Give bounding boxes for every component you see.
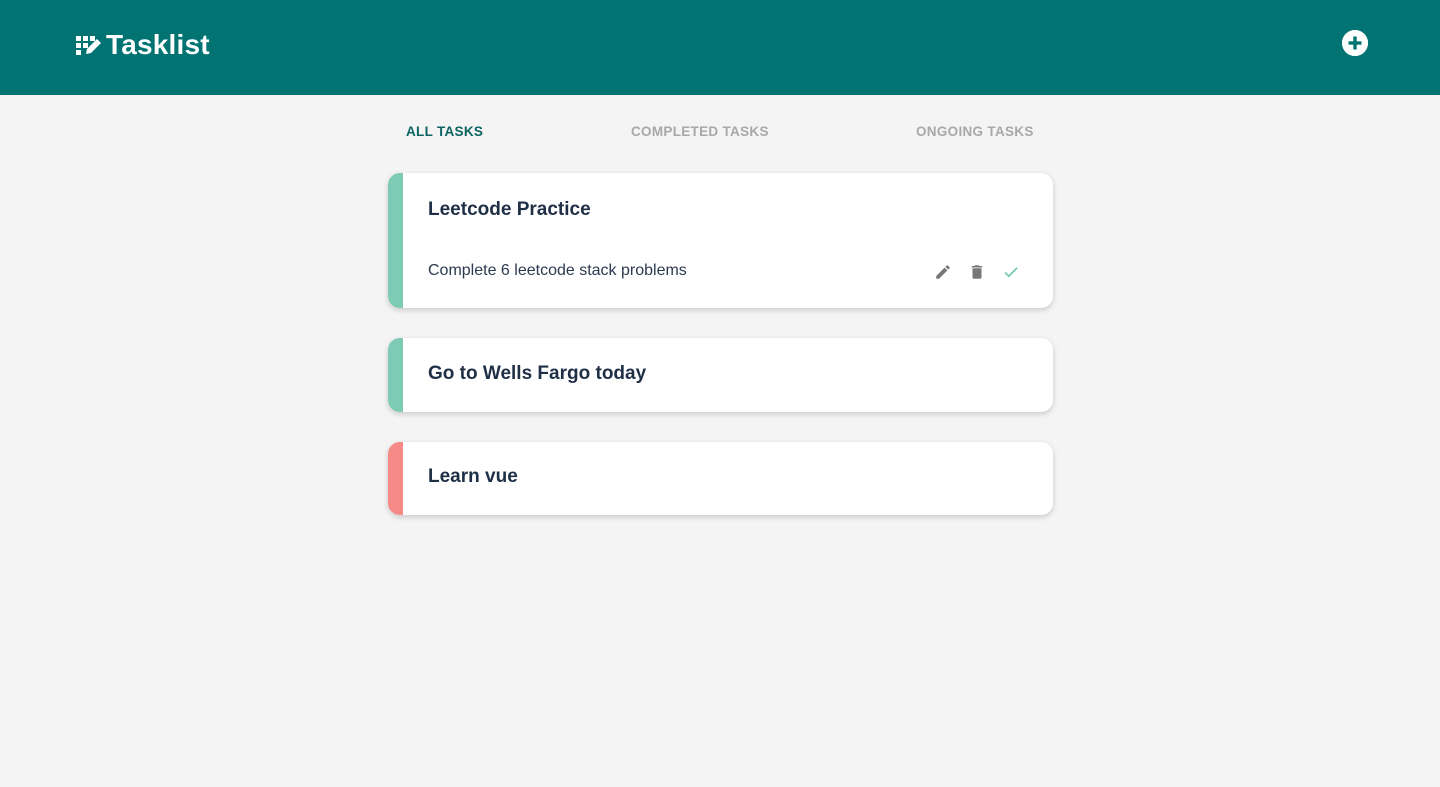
tab-completed-tasks[interactable]: COMPLETED TASKS [631,124,769,139]
task-card[interactable]: Leetcode Practice Complete 6 leetcode st… [388,173,1053,308]
task-status-stripe [388,338,403,412]
task-title: Go to Wells Fargo today [428,363,647,384]
task-card[interactable]: Learn vue [388,442,1053,515]
add-task-button[interactable] [1342,30,1368,56]
tab-ongoing-tasks[interactable]: ONGOING TASKS [916,124,1034,139]
complete-task-button[interactable] [1001,262,1021,282]
task-title: Learn vue [428,466,518,487]
trash-icon [968,263,986,281]
app-header: Tasklist [0,0,1440,95]
edit-task-button[interactable] [933,262,953,282]
plus-circle-icon [1342,30,1368,56]
task-card[interactable]: Go to Wells Fargo today [388,338,1053,412]
tab-all-tasks[interactable]: ALL TASKS [406,124,483,139]
pencil-icon [934,263,952,281]
task-description: Complete 6 leetcode stack problems [428,262,687,279]
task-status-stripe [388,173,403,308]
delete-task-button[interactable] [967,262,987,282]
tasklist-logo-icon [76,32,102,58]
task-actions [919,262,1021,282]
brand[interactable]: Tasklist [76,28,210,62]
task-filter-tabs: ALL TASKS COMPLETED TASKS ONGOING TASKS [388,124,1053,146]
task-status-stripe [388,442,403,515]
app-title: Tasklist [106,29,210,60]
task-title: Leetcode Practice [428,199,591,220]
check-icon [1002,263,1020,281]
